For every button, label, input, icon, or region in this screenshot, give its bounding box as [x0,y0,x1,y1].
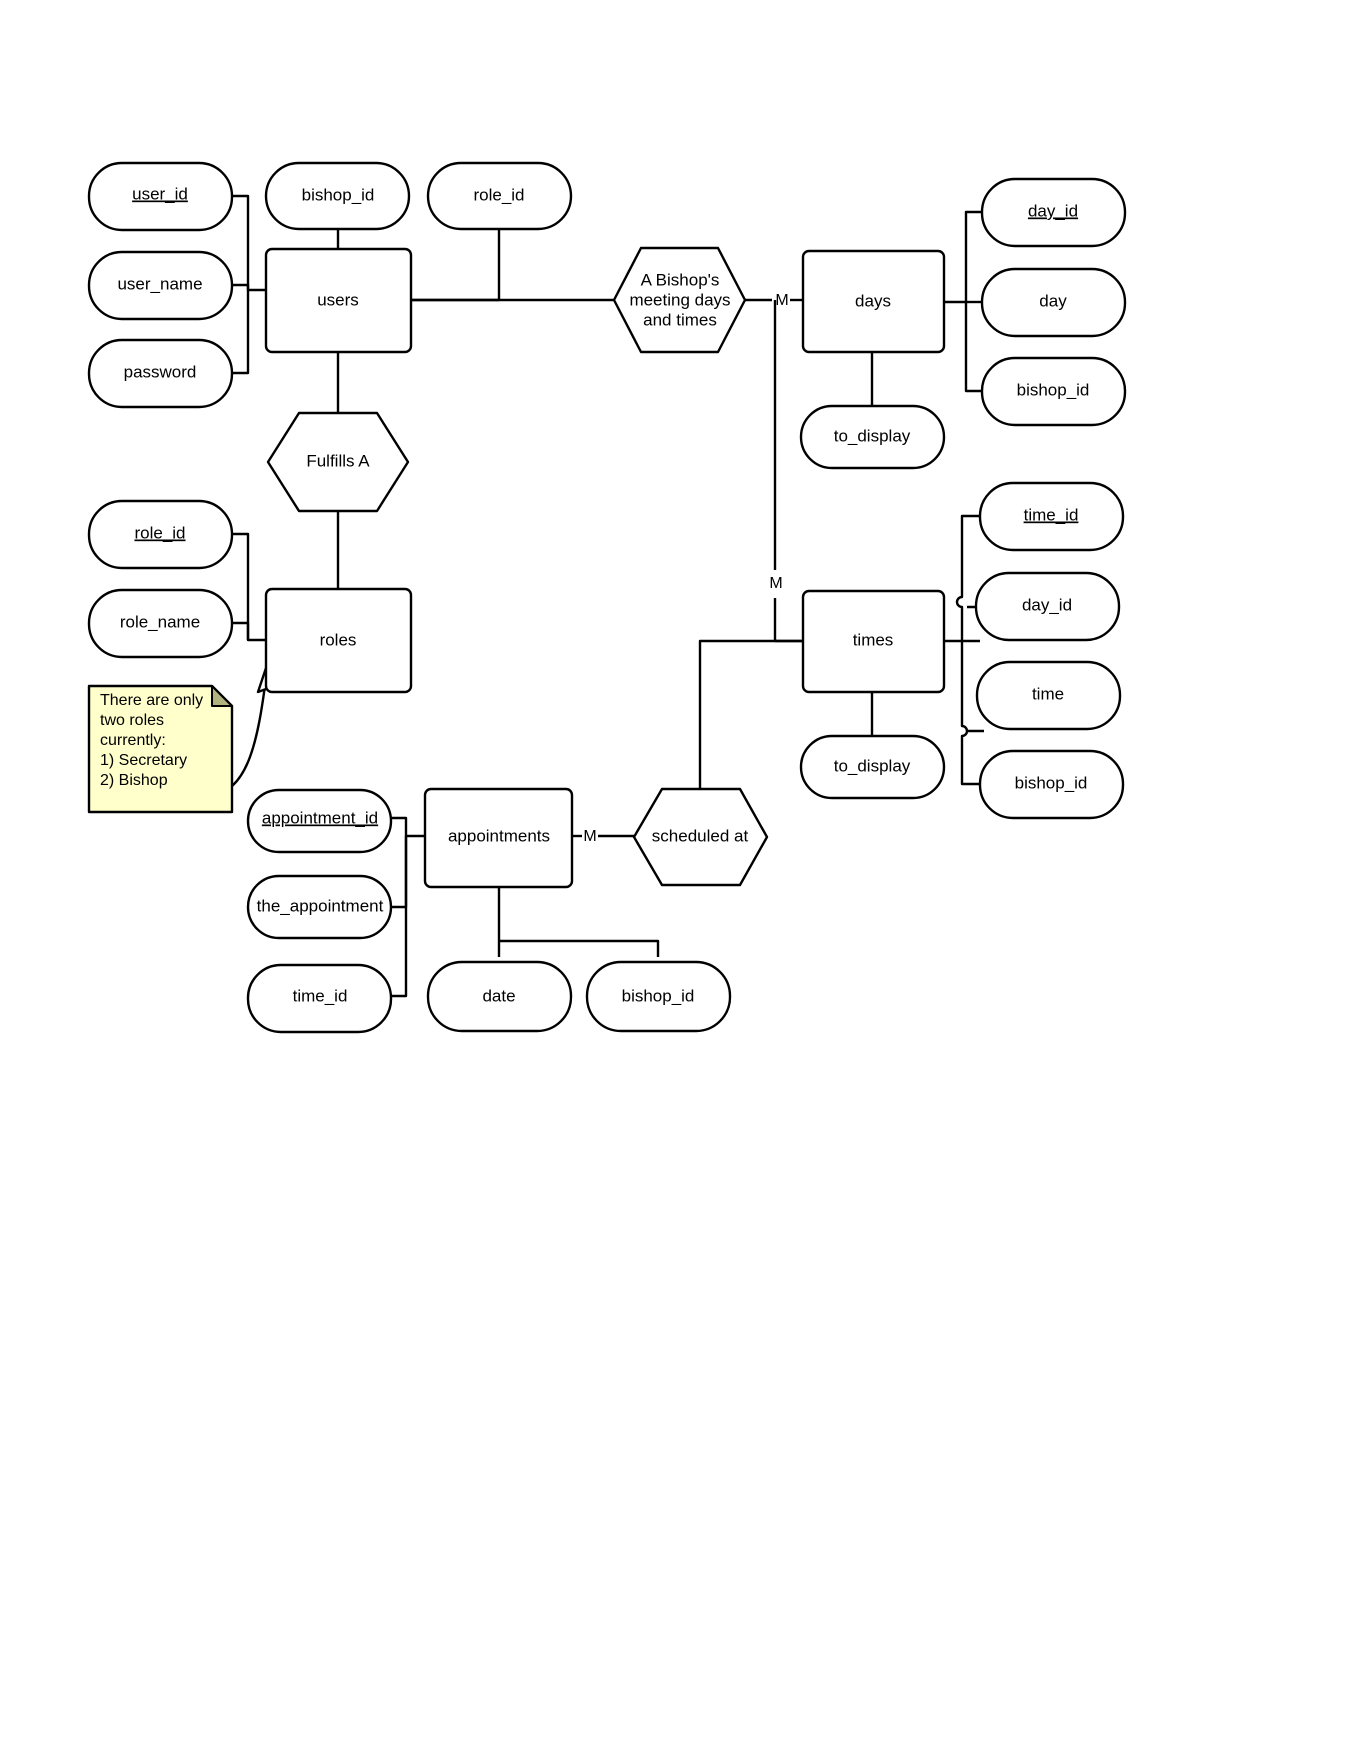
attribute-times-day-id-label: day_id [1022,595,1072,614]
relationship-fulfills-a-label: Fulfills A [306,451,370,470]
attribute-appt-time-id-label: time_id [293,986,348,1005]
cardinality-times: M [769,575,782,592]
connector-password [232,290,250,375]
attribute-appt-bishop-id-label: bishop_id [622,986,695,1005]
attribute-appointment-id-label: appointment_id [262,808,378,827]
roles-note-line-5: 2) Bishop [100,772,168,789]
note-group[interactable]: There are only two roles currently: 1) S… [87,684,234,814]
attribute-users-role-id-label: role_id [473,185,524,204]
attribute-times-to-display-label: to_display [834,756,911,775]
roles-note-line-3: currently: [100,732,166,749]
attribute-user-id-label: user_id [132,184,188,203]
relationship-bishop-meeting-line3: and times [643,310,717,329]
cardinality-layer: M M M [583,292,788,845]
er-diagram-canvas: users roles days times appointments A Bi… [0,0,1360,1760]
connector-appt-bishop-id [499,939,660,957]
attribute-layer: user_id user_name password bishop_id rol… [87,161,1127,1034]
attribute-role-name-label: role_name [120,612,200,631]
connector-time-id [955,514,980,641]
entity-roles-label: roles [320,630,357,649]
attribute-role-id-label: role_id [134,523,185,542]
roles-note-line-2: two roles [100,712,164,729]
attribute-time-label: time [1032,684,1064,703]
connector-day-id [964,210,982,302]
er-diagram-svg: users roles days times appointments A Bi… [87,161,1127,1034]
relationship-scheduled-at-label: scheduled at [652,826,749,845]
attribute-day-id-label: day_id [1028,201,1078,220]
attribute-the-appointment-label: the_appointment [257,896,384,915]
cardinality-appointments: M [583,828,596,845]
attribute-user-name-label: user_name [117,274,202,293]
cardinality-days: M [775,292,788,309]
relationship-bishop-meeting-line1: A Bishop's [641,270,720,289]
attribute-password-label: password [124,362,197,381]
entity-times-label: times [853,630,894,649]
connector-appointment-id [391,816,425,838]
connector-appt-time-id [391,836,408,998]
attribute-times-bishop-id-label: bishop_id [1015,773,1088,792]
entity-appointments-label: appointments [448,826,550,845]
connector-times-bishop-id [960,641,980,786]
connector-user-name [232,283,250,290]
connector-role-name [232,621,250,640]
connector-the-appointment [391,836,408,909]
roles-note-line-1: There are only [100,692,203,709]
attribute-date-label: date [482,986,515,1005]
attribute-time-id-label: time_id [1024,505,1079,524]
attribute-days-to-display-label: to_display [834,426,911,445]
roles-note-fold [211,685,233,707]
connector-days-bishop-id [964,302,982,393]
roles-note-line-4: 1) Secretary [100,752,187,769]
connector-times-vertical-lower [773,598,803,643]
attribute-days-bishop-id-label: bishop_id [1017,380,1090,399]
attribute-users-bishop-id-label: bishop_id [302,185,375,204]
connector-times-to-scheduled [698,639,803,798]
relationship-bishop-meeting-line2: meeting days [629,290,730,309]
connector-user-id [232,194,266,292]
attribute-day-label: day [1039,291,1067,310]
entity-users-label: users [317,290,359,309]
connector-users-role-id [411,229,501,302]
entity-days-label: days [855,291,891,310]
